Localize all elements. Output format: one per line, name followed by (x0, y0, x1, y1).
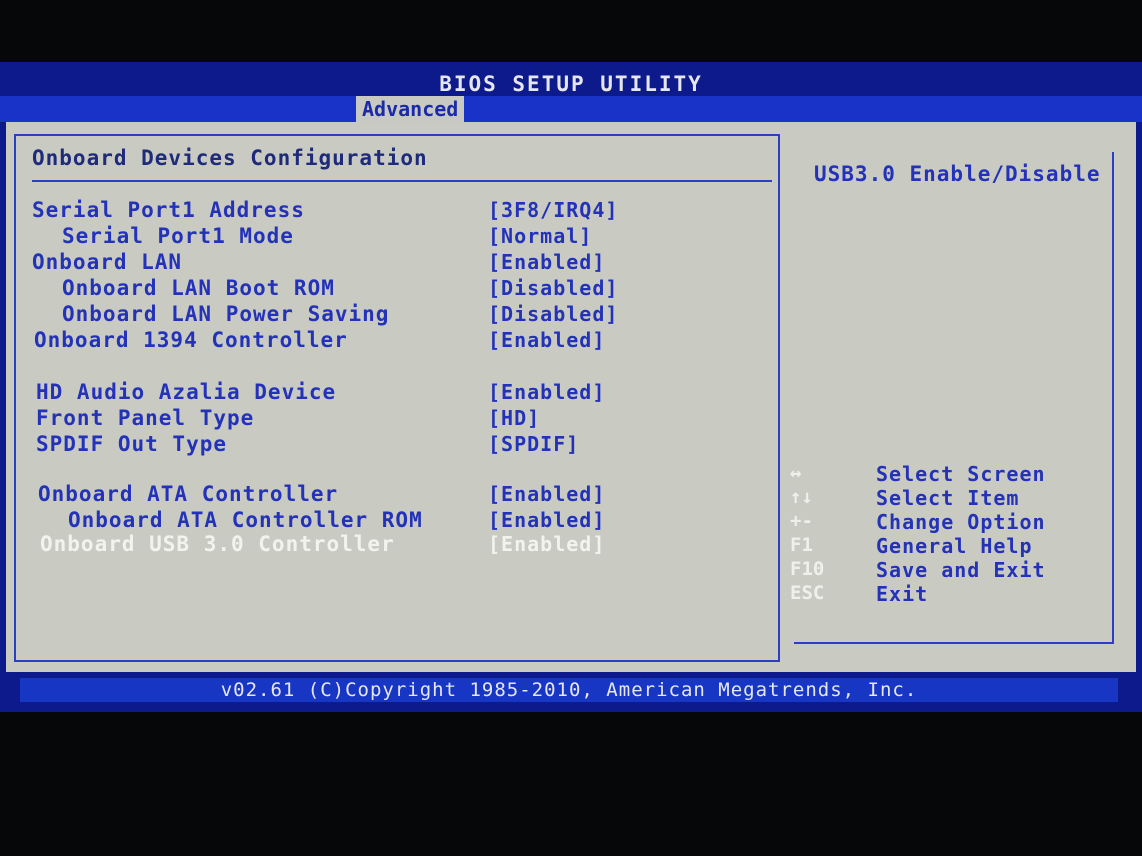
setting-value[interactable]: [Enabled] (488, 508, 605, 532)
key-description: Exit (876, 582, 929, 606)
setting-value[interactable]: [Enabled] (488, 328, 605, 352)
setting-label: Onboard LAN Power Saving (62, 302, 390, 326)
copyright-footer: v02.61 (C)Copyright 1985-2010, American … (20, 678, 1118, 702)
setting-onboard-lan[interactable]: Onboard LAN [Enabled] (6, 250, 776, 274)
key-description: Select Screen (876, 462, 1046, 486)
key-row: ↑↓ Select Item (790, 486, 1120, 510)
setting-label: Serial Port1 Address (32, 198, 305, 222)
setting-label: Onboard LAN (32, 250, 183, 274)
help-text: USB3.0 Enable/Disable (814, 162, 1101, 186)
setting-label: Front Panel Type (36, 406, 255, 430)
key-description: General Help (876, 534, 1033, 558)
setting-value[interactable]: [HD] (488, 406, 540, 430)
arrows-up-down-icon: ↑↓ (790, 486, 813, 508)
setting-onboard-lan-power-saving[interactable]: Onboard LAN Power Saving [Disabled] (6, 302, 776, 326)
setting-serial-port1-mode[interactable]: Serial Port1 Mode [Normal] (6, 224, 776, 248)
setting-label: Serial Port1 Mode (62, 224, 294, 248)
setting-value[interactable]: [Enabled] (488, 482, 605, 506)
setting-value[interactable]: [Disabled] (488, 276, 618, 300)
settings-panel: Onboard Devices Configuration Serial Por… (6, 122, 1136, 672)
setting-hd-audio-azalia-device[interactable]: HD Audio Azalia Device [Enabled] (6, 380, 776, 404)
setting-label: Onboard ATA Controller ROM (68, 508, 423, 532)
setting-value[interactable]: [Enabled] (488, 380, 605, 404)
setting-value[interactable]: [SPDIF] (488, 432, 579, 456)
setting-serial-port1-address[interactable]: Serial Port1 Address [3F8/IRQ4] (6, 198, 776, 222)
key-f1: F1 (790, 534, 813, 556)
setting-onboard-lan-boot-rom[interactable]: Onboard LAN Boot ROM [Disabled] (6, 276, 776, 300)
key-description: Save and Exit (876, 558, 1046, 582)
setting-label: SPDIF Out Type (36, 432, 228, 456)
panel-divider (778, 134, 780, 662)
key-row: F10 Save and Exit (790, 558, 1120, 582)
key-row: ESC Exit (790, 582, 1120, 606)
setting-value[interactable]: [Enabled] (488, 532, 605, 556)
setting-onboard-1394-controller[interactable]: Onboard 1394 Controller [Enabled] (6, 328, 776, 352)
setting-value[interactable]: [Enabled] (488, 250, 605, 274)
tab-advanced[interactable]: Advanced (356, 96, 465, 122)
key-esc: ESC (790, 582, 825, 604)
setting-value[interactable]: [Disabled] (488, 302, 618, 326)
setting-label: HD Audio Azalia Device (36, 380, 337, 404)
tab-bar: Advanced (0, 96, 1142, 122)
setting-spdif-out-type[interactable]: SPDIF Out Type [SPDIF] (6, 432, 776, 456)
setting-label: Onboard 1394 Controller (34, 328, 348, 352)
setting-label: Onboard ATA Controller (38, 482, 339, 506)
arrows-left-right-icon: ↔ (790, 462, 802, 484)
setting-onboard-usb3-controller[interactable]: Onboard USB 3.0 Controller [Enabled] (6, 532, 776, 556)
key-row: F1 General Help (790, 534, 1120, 558)
bios-title: BIOS SETUP UTILITY (439, 72, 703, 96)
section-title: Onboard Devices Configuration (32, 146, 428, 170)
setting-label: Onboard LAN Boot ROM (62, 276, 335, 300)
key-f10: F10 (790, 558, 825, 580)
key-row: +- Change Option (790, 510, 1120, 534)
setting-label: Onboard USB 3.0 Controller (40, 532, 395, 556)
bios-screen: BIOS SETUP UTILITY Advanced Onboard Devi… (0, 62, 1142, 712)
key-description: Select Item (876, 486, 1020, 510)
setting-value[interactable]: [3F8/IRQ4] (488, 198, 618, 222)
key-row: ↔ Select Screen (790, 462, 1120, 486)
setting-onboard-ata-controller-rom[interactable]: Onboard ATA Controller ROM [Enabled] (6, 508, 776, 532)
plus-minus-icon: +- (790, 510, 813, 532)
setting-onboard-ata-controller[interactable]: Onboard ATA Controller [Enabled] (6, 482, 776, 506)
section-divider (32, 180, 772, 182)
setting-value[interactable]: [Normal] (488, 224, 592, 248)
key-legend: ↔ Select Screen ↑↓ Select Item +- Change… (790, 462, 1120, 606)
key-description: Change Option (876, 510, 1046, 534)
setting-front-panel-type[interactable]: Front Panel Type [HD] (6, 406, 776, 430)
